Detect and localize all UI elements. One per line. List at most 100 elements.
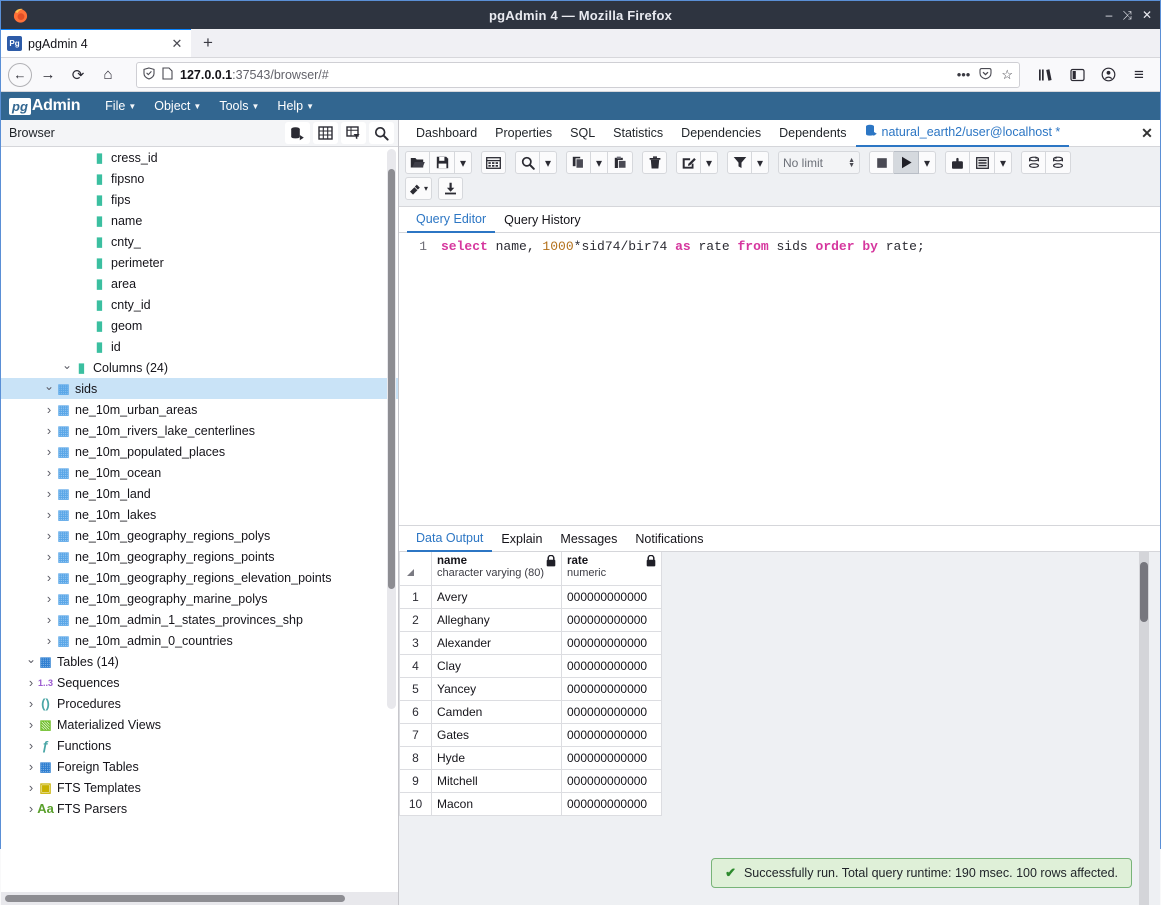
cell-name[interactable]: Alleghany — [431, 607, 562, 632]
object-tab-statistics[interactable]: Statistics — [604, 120, 672, 147]
table-row[interactable]: 8 Hyde 000000000000 — [399, 745, 662, 770]
reload-icon[interactable]: ⟳ — [64, 62, 92, 88]
chevron-right-icon[interactable] — [43, 612, 55, 627]
url-bar[interactable]: 127.0.0.1:37543/browser/# ••• ☆ — [136, 61, 1020, 88]
account-icon[interactable] — [1094, 62, 1122, 88]
cell-name[interactable]: Yancey — [431, 676, 562, 701]
row-limit-stepper[interactable]: ▲ ▼ — [848, 157, 855, 169]
chevron-right-icon[interactable] — [43, 402, 55, 417]
cell-rate[interactable]: 000000000000 — [561, 630, 662, 655]
row-number-cell[interactable]: 2 — [399, 607, 432, 632]
copy-button[interactable] — [566, 151, 591, 174]
chevron-right-icon[interactable] — [43, 591, 55, 606]
tree-horizontal-scrollbar[interactable] — [1, 892, 398, 905]
tree-node[interactable]: ▦ ne_10m_admin_1_states_provinces_shp — [1, 609, 398, 630]
bookmark-star-icon[interactable]: ☆ — [1001, 67, 1013, 83]
tree-vertical-scrollbar[interactable] — [387, 149, 396, 709]
tree-node[interactable]: ▦ ne_10m_admin_0_countries — [1, 630, 398, 651]
table-row[interactable]: 2 Alleghany 000000000000 — [399, 607, 662, 632]
chevron-right-icon[interactable] — [25, 675, 37, 690]
tree-node[interactable]: ▦ ne_10m_geography_regions_points — [1, 546, 398, 567]
tree-node[interactable]: ▣ FTS Templates — [1, 777, 398, 798]
table-row[interactable]: 10 Macon 000000000000 — [399, 791, 662, 816]
tree-node[interactable]: ▦ ne_10m_geography_regions_polys — [1, 525, 398, 546]
row-limit-input[interactable]: No limit ▲ ▼ — [778, 151, 860, 174]
menu-tools[interactable]: Tools ▼ — [210, 92, 268, 120]
explain-analyze-button[interactable] — [970, 151, 995, 174]
tree-node[interactable]: ▦ Tables (14) — [1, 651, 398, 672]
column-header-name[interactable]: name character varying (80) — [431, 552, 562, 586]
tree-node[interactable]: ▮ fipsno — [1, 168, 398, 189]
sidebar-toggle-icon[interactable] — [1063, 62, 1091, 88]
paste-button[interactable] — [608, 151, 633, 174]
edit-button[interactable] — [676, 151, 701, 174]
cell-rate[interactable]: 000000000000 — [561, 722, 662, 747]
cell-name[interactable]: Alexander — [431, 630, 562, 655]
object-tab-session[interactable]: natural_earth2/user@localhost * — [855, 120, 1070, 147]
tree-node[interactable]: ▦ ne_10m_ocean — [1, 462, 398, 483]
home-icon[interactable]: ⌂ — [94, 62, 122, 88]
app-menu-icon[interactable]: ≡ — [1125, 62, 1153, 88]
filter-options-caret[interactable]: ▾ — [752, 151, 769, 174]
object-tab-sql[interactable]: SQL — [561, 120, 604, 147]
pocket-icon[interactable] — [979, 67, 992, 83]
chevron-right-icon[interactable] — [25, 801, 37, 816]
rollback-button[interactable] — [1046, 151, 1071, 174]
tree-node[interactable]: ▦ sids — [1, 378, 398, 399]
cell-name[interactable]: Avery — [431, 584, 562, 609]
library-icon[interactable] — [1032, 62, 1060, 88]
close-session-icon[interactable]: ✕ — [1134, 125, 1160, 142]
tree-node[interactable]: ▦ Foreign Tables — [1, 756, 398, 777]
row-number-cell[interactable]: 4 — [399, 653, 432, 678]
row-number-cell[interactable]: 9 — [399, 768, 432, 793]
find-button[interactable] — [515, 151, 540, 174]
chevron-down-icon[interactable] — [25, 655, 37, 669]
tree-node[interactable]: ▮ Columns (24) — [1, 357, 398, 378]
tree-node[interactable]: ▮ name — [1, 210, 398, 231]
row-number-cell[interactable]: 7 — [399, 722, 432, 747]
save-file-button[interactable] — [430, 151, 455, 174]
edit-grid-button[interactable] — [481, 151, 506, 174]
results-tab-explain[interactable]: Explain — [492, 525, 551, 552]
table-row[interactable]: 9 Mitchell 000000000000 — [399, 768, 662, 793]
grid-vertical-scrollbar[interactable] — [1139, 552, 1149, 905]
cell-name[interactable]: Hyde — [431, 745, 562, 770]
browser-tab-pgadmin[interactable]: Pg pgAdmin 4 ✕ — [1, 28, 191, 57]
cell-rate[interactable]: 000000000000 — [561, 745, 662, 770]
close-tab-icon[interactable]: ✕ — [169, 36, 185, 52]
tree-node[interactable]: 1..3 Sequences — [1, 672, 398, 693]
chevron-right-icon[interactable] — [43, 444, 55, 459]
results-tab-data-output[interactable]: Data Output — [407, 525, 493, 552]
tree-node[interactable]: ▮ area — [1, 273, 398, 294]
restore-button[interactable]: ⤨ — [1122, 9, 1132, 21]
minimize-button[interactable]: – — [1106, 9, 1113, 21]
cell-rate[interactable]: 000000000000 — [561, 791, 662, 816]
tree-node[interactable]: ▮ id — [1, 336, 398, 357]
cell-rate[interactable]: 000000000000 — [561, 699, 662, 724]
chevron-down-icon[interactable] — [43, 382, 55, 396]
results-tab-notifications[interactable]: Notifications — [626, 525, 712, 552]
search-icon[interactable] — [369, 122, 394, 144]
save-options-caret[interactable]: ▾ — [455, 151, 472, 174]
cell-name[interactable]: Macon — [431, 791, 562, 816]
tree-node[interactable]: ▮ cnty_ — [1, 231, 398, 252]
row-limit-down[interactable]: ▼ — [848, 162, 855, 169]
download-csv-button[interactable] — [438, 177, 464, 200]
row-number-cell[interactable]: 6 — [399, 699, 432, 724]
menu-object[interactable]: Object ▼ — [145, 92, 210, 120]
chevron-down-icon[interactable] — [61, 361, 73, 375]
chevron-right-icon[interactable] — [25, 738, 37, 753]
table-row[interactable]: 3 Alexander 000000000000 — [399, 630, 662, 655]
table-row[interactable]: 6 Camden 000000000000 — [399, 699, 662, 724]
cell-name[interactable]: Clay — [431, 653, 562, 678]
page-actions-icon[interactable]: ••• — [957, 67, 971, 82]
stop-button[interactable] — [869, 151, 894, 174]
row-number-cell[interactable]: 8 — [399, 745, 432, 770]
chevron-right-icon[interactable] — [43, 549, 55, 564]
back-icon[interactable]: ← — [8, 62, 32, 87]
cell-rate[interactable]: 000000000000 — [561, 584, 662, 609]
column-header-rate[interactable]: rate numeric — [561, 552, 662, 586]
object-tab-dependents[interactable]: Dependents — [770, 120, 855, 147]
object-explorer-icon[interactable] — [285, 122, 310, 144]
menu-file[interactable]: File ▼ — [96, 92, 145, 120]
